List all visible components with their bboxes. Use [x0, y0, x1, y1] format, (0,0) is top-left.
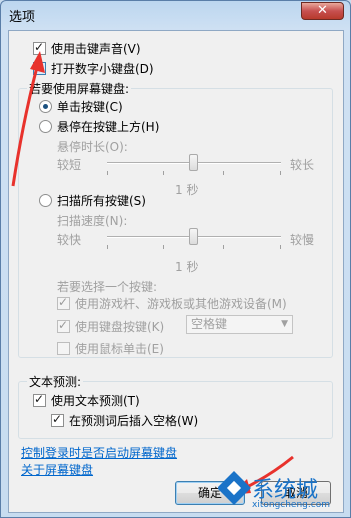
- watermark: 系统城 xitongcheng.com: [217, 470, 348, 515]
- mouse-click-option[interactable]: 使用鼠标单击(E): [57, 340, 164, 357]
- scan-keys-label: 扫描所有按键(S): [57, 194, 146, 208]
- scan-speed-label: 扫描速度(N):: [57, 214, 128, 228]
- numpad-label: 打开数字小键盘(D): [51, 62, 154, 76]
- text-prediction-group-label: 文本预测:: [27, 373, 84, 390]
- title-bar[interactable]: 选项 ✕: [1, 1, 350, 27]
- keyboard-key-select-value: 空格键: [191, 317, 228, 331]
- watermark-url: xitongcheng.com: [252, 500, 330, 510]
- mouse-click-checkbox[interactable]: [57, 342, 70, 355]
- window-title: 选项: [9, 10, 36, 25]
- slider-tick: [107, 245, 108, 249]
- slider-tick: [107, 171, 108, 175]
- scan-speed-max-label: 较慢: [290, 233, 315, 247]
- insert-space-option[interactable]: 在预测词后插入空格(W): [51, 412, 198, 429]
- close-button[interactable]: ✕: [301, 2, 344, 20]
- keyboard-key-option[interactable]: 使用键盘按键(K): [57, 318, 164, 335]
- key-sound-label: 使用击键声音(V): [51, 42, 141, 56]
- select-key-prompt: 若要选择一个按键:: [57, 280, 158, 294]
- dialog-body: 使用击键声音(V) 打开数字小键盘(D) 若要使用屏幕键盘: 单击按键(C) 悬…: [8, 30, 344, 513]
- keyboard-key-label: 使用键盘按键(K): [75, 320, 165, 334]
- use-prediction-label: 使用文本预测(T): [51, 394, 140, 408]
- use-prediction-option[interactable]: 使用文本预测(T): [33, 392, 140, 409]
- scan-speed-min-label: 较快: [57, 233, 82, 247]
- insert-space-label: 在预测词后插入空格(W): [69, 414, 199, 428]
- hover-duration-max-label: 较长: [290, 158, 315, 172]
- click-keys-label: 单击按键(C): [57, 100, 123, 114]
- hover-duration-value: 1 秒: [175, 183, 199, 197]
- control-login-link[interactable]: 控制登录时是否启动屏幕键盘: [21, 444, 177, 461]
- slider-tick: [223, 171, 224, 175]
- hover-duration-label: 悬停时长(O):: [57, 140, 128, 154]
- slider-tick: [163, 245, 164, 249]
- insert-space-checkbox[interactable]: [51, 412, 64, 427]
- slider-tick: [280, 245, 281, 249]
- joystick-checkbox[interactable]: [57, 295, 70, 310]
- chevron-down-icon: ▼: [281, 319, 288, 329]
- joystick-label: 使用游戏杆、游戏板或其他游戏设备(M): [75, 297, 287, 311]
- joystick-option[interactable]: 使用游戏杆、游戏板或其他游戏设备(M): [57, 295, 287, 312]
- scan-keys-option[interactable]: 扫描所有按键(S): [39, 192, 146, 209]
- scan-speed-value: 1 秒: [175, 260, 199, 274]
- numpad-option[interactable]: 打开数字小键盘(D): [33, 60, 154, 77]
- about-link[interactable]: 关于屏幕键盘: [21, 461, 93, 478]
- slider-tick: [280, 171, 281, 175]
- keyboard-key-select[interactable]: 空格键 ▼: [186, 315, 293, 334]
- hover-keys-label: 悬停在按键上方(H): [57, 120, 160, 134]
- hover-duration-slider-thumb[interactable]: [189, 154, 198, 171]
- mouse-click-label: 使用鼠标单击(E): [75, 342, 164, 356]
- slider-tick: [223, 245, 224, 249]
- keyboard-key-checkbox[interactable]: [57, 318, 70, 333]
- hover-keys-option[interactable]: 悬停在按键上方(H): [39, 118, 159, 135]
- slider-tick: [163, 171, 164, 175]
- options-dialog: 选项 ✕ 使用击键声音(V) 打开数字小键盘(D) 若要使用屏幕键盘: 单击按键…: [0, 0, 351, 518]
- scan-keys-radio[interactable]: [39, 194, 52, 207]
- scan-speed-slider-thumb[interactable]: [189, 228, 198, 245]
- key-sound-option[interactable]: 使用击键声音(V): [33, 40, 141, 57]
- click-keys-option[interactable]: 单击按键(C): [39, 98, 123, 115]
- hover-duration-min-label: 较短: [57, 158, 82, 172]
- use-prediction-checkbox[interactable]: [33, 392, 46, 407]
- annotation-arrow-up: [11, 51, 45, 187]
